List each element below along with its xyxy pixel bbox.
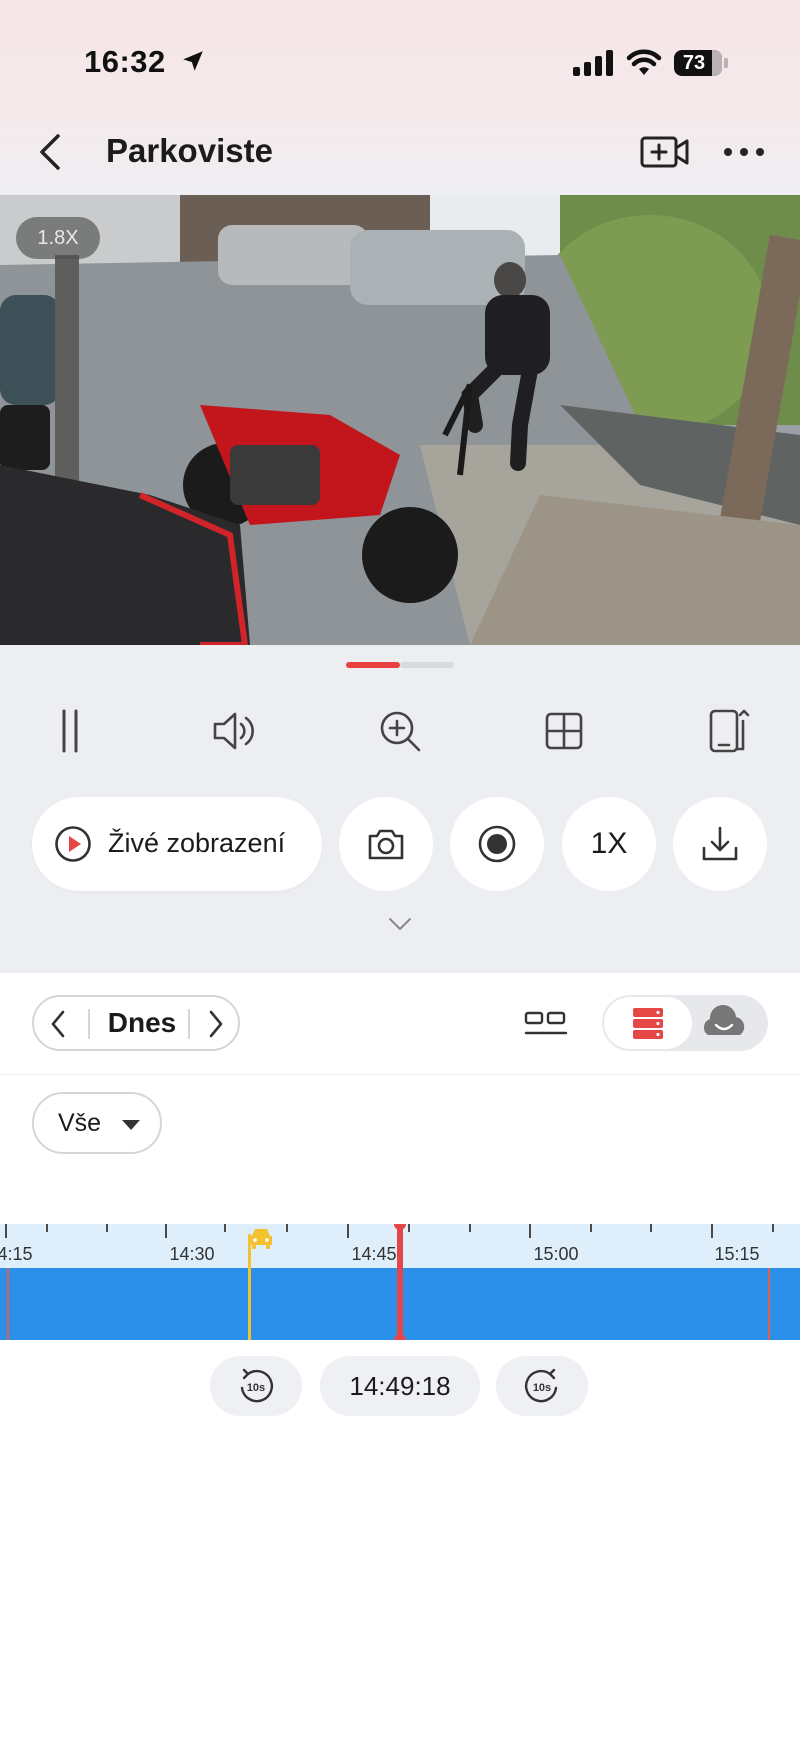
local-storage-tab[interactable]: [604, 997, 692, 1049]
card-view-icon[interactable]: [524, 1009, 568, 1039]
playback-speed-button[interactable]: 1X: [562, 797, 656, 891]
pause-icon: [62, 709, 78, 753]
add-camera-icon[interactable]: [640, 134, 690, 170]
battery-icon: 73: [674, 50, 728, 76]
play-circle-icon: [55, 826, 91, 862]
pause-button[interactable]: [44, 705, 96, 757]
location-arrow-icon: [183, 51, 203, 71]
download-icon: [702, 826, 738, 861]
rotate-screen-button[interactable]: [703, 705, 755, 757]
live-view-label: Živé zobrazení: [108, 828, 286, 858]
svg-text:10s: 10s: [247, 1382, 265, 1394]
download-button[interactable]: [673, 797, 767, 891]
zoom-in-icon: [380, 711, 421, 752]
page-title: Parkoviste: [106, 132, 273, 169]
tick-label: 14:45: [351, 1244, 397, 1264]
caret-down-icon: [122, 1120, 140, 1130]
event-marker: [7, 1268, 9, 1340]
expand-chevron-icon[interactable]: [388, 917, 412, 931]
server-storage-icon: [633, 1008, 663, 1039]
action-buttons-row: Živé zobrazení 1X: [0, 763, 800, 973]
camera-video-feed[interactable]: 1.8X: [0, 195, 800, 645]
speaker-icon: [213, 712, 254, 750]
forward-10-seconds-icon: 10s: [524, 1368, 558, 1403]
cellular-signal-icon: [573, 48, 613, 76]
back-chevron-icon[interactable]: [36, 132, 64, 172]
timeline-playhead[interactable]: [397, 1224, 403, 1340]
current-time-display: 14:49:18: [320, 1356, 480, 1416]
zoom-level-badge: 1.8X: [16, 217, 100, 259]
event-filter-dropdown[interactable]: Vše: [32, 1092, 162, 1154]
wifi-icon: [626, 49, 662, 75]
camera-scene-image: [0, 195, 800, 645]
more-options-icon[interactable]: [724, 148, 764, 156]
event-marker: [768, 1268, 770, 1340]
storage-source-toggle: [602, 995, 768, 1051]
tick-label: 15:15: [714, 1244, 760, 1264]
tick-label: 14:30: [169, 1244, 215, 1264]
current-time-label: 14:49:18: [349, 1371, 451, 1401]
forward-10s-button[interactable]: 10s: [496, 1356, 588, 1416]
rewind-10s-button[interactable]: 10s: [210, 1356, 302, 1416]
filter-label: Vše: [58, 1109, 102, 1137]
tick-label: 4:15: [0, 1244, 33, 1264]
recording-timeline[interactable]: 4:15 14:30 14:45 15:00 15:15: [0, 1224, 800, 1340]
live-view-button[interactable]: Živé zobrazení: [32, 797, 322, 891]
cloud-storage-icon[interactable]: [702, 1005, 746, 1041]
date-selector: Dnes: [32, 995, 240, 1051]
snapshot-button[interactable]: [339, 797, 433, 891]
grid-view-icon: [545, 712, 583, 750]
playback-speed-label: 1X: [590, 827, 628, 860]
status-time: 16:32: [84, 44, 166, 79]
digital-zoom-button[interactable]: [374, 705, 426, 757]
page-indicator: [346, 662, 454, 668]
camera-icon: [368, 829, 404, 860]
record-icon: [478, 825, 516, 863]
tick-label: 15:00: [533, 1244, 579, 1264]
svg-text:10s: 10s: [533, 1382, 551, 1394]
rewind-10-seconds-icon: 10s: [240, 1368, 274, 1403]
date-label[interactable]: Dnes: [96, 1007, 188, 1039]
record-button[interactable]: [450, 797, 544, 891]
next-day-chevron-icon[interactable]: [206, 1009, 226, 1039]
battery-level: 73: [682, 52, 706, 74]
previous-day-chevron-icon[interactable]: [48, 1009, 68, 1039]
header: 16:32 73 Parkoviste: [0, 0, 800, 195]
audio-button[interactable]: [209, 705, 261, 757]
rotate-screen-icon: [709, 709, 750, 753]
car-event-icon[interactable]: [248, 1226, 274, 1250]
multi-view-button[interactable]: [538, 705, 590, 757]
